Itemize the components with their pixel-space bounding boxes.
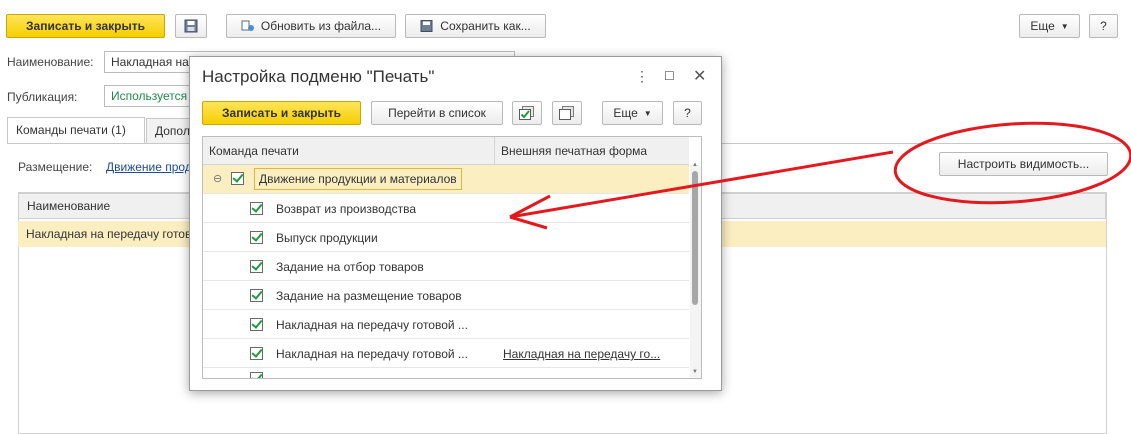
pointer-arrow [509,150,894,219]
red-annotation [509,121,1131,230]
highlight-ellipse [893,121,1131,205]
